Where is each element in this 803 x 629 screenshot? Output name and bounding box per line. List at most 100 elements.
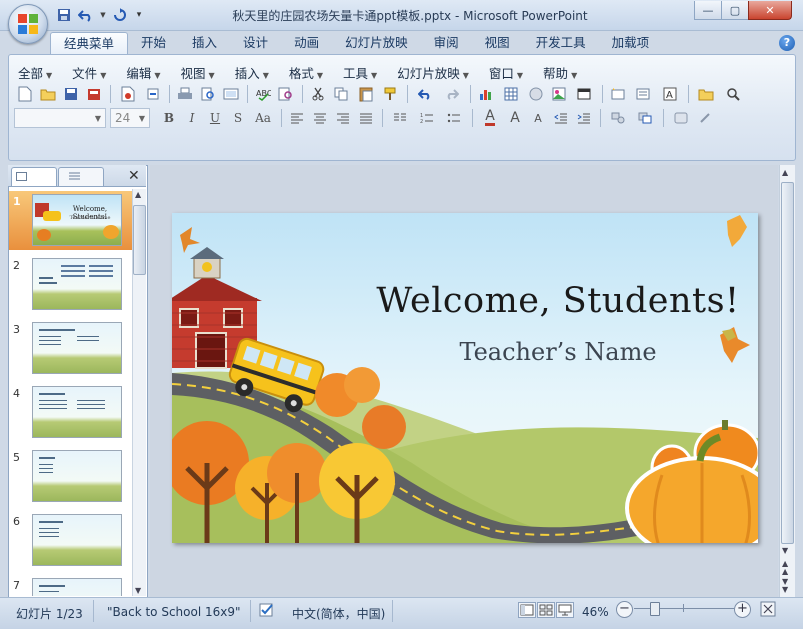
font-color-button[interactable]: A <box>477 108 503 128</box>
help-icon[interactable]: ? <box>779 35 795 51</box>
tab-slideshow[interactable]: 幻灯片放映 <box>332 32 421 54</box>
align-right-icon[interactable] <box>332 108 354 128</box>
insert-picture-icon[interactable] <box>548 84 570 104</box>
normal-view-button[interactable] <box>518 602 536 618</box>
change-case-button[interactable]: Aa <box>250 108 276 128</box>
menu-slideshow[interactable]: 幻灯片放映 ▼ <box>389 63 477 82</box>
paste-icon[interactable] <box>353 84 379 104</box>
slide-title[interactable]: Welcome, Students! <box>172 281 758 321</box>
office-button[interactable] <box>8 4 48 44</box>
insert-chart-icon[interactable] <box>475 84 497 104</box>
slide-sorter-button[interactable] <box>537 602 555 618</box>
tab-insert[interactable]: 插入 <box>179 32 230 54</box>
menu-tools[interactable]: 工具 ▼ <box>335 63 385 82</box>
language-indicator[interactable]: 中文(简体，中国) <box>292 605 385 622</box>
bold-button[interactable]: B <box>158 108 180 128</box>
font-size-combo[interactable]: 24 ▼ <box>110 108 150 128</box>
current-slide[interactable]: Welcome, Students! Teacher’s Name <box>172 213 758 543</box>
attach-icon[interactable] <box>142 84 164 104</box>
tab-addins[interactable]: 加载项 <box>599 32 663 54</box>
menu-file[interactable]: 文件 ▼ <box>64 63 114 82</box>
minimize-button[interactable]: — <box>694 1 722 20</box>
scroll-down-icon[interactable]: ▼ <box>135 586 141 595</box>
zoom-level[interactable]: 46% <box>582 605 609 619</box>
menu-view[interactable]: 视图 ▼ <box>173 63 223 82</box>
slide-layout-icon[interactable] <box>630 84 656 104</box>
undo-icon[interactable] <box>412 84 438 104</box>
close-pane-icon[interactable]: ✕ <box>128 168 140 184</box>
tab-classic-menu[interactable]: 经典菜单 <box>50 32 129 56</box>
font-name-combo[interactable]: ▼ <box>14 108 106 128</box>
zoom-slider-handle[interactable] <box>650 602 660 616</box>
slide-thumbnail-4[interactable]: 4 <box>9 383 133 443</box>
print-preview-icon[interactable] <box>197 84 219 104</box>
customize-qat-icon[interactable]: ▾ <box>132 6 146 24</box>
tab-developer[interactable]: 开发工具 <box>523 32 599 54</box>
undo-dropdown-icon[interactable]: ▼ <box>98 6 108 24</box>
tab-slides[interactable] <box>11 167 57 186</box>
next-slide-icon[interactable]: ▼ ▼ <box>782 578 788 594</box>
normal-view-icon[interactable] <box>220 84 242 104</box>
maximize-button[interactable]: ▢ <box>721 1 749 20</box>
pdf-export-icon[interactable] <box>115 84 141 104</box>
align-left-icon[interactable] <box>286 108 308 128</box>
new-document-icon[interactable] <box>14 84 36 104</box>
tab-review[interactable]: 审阅 <box>421 32 472 54</box>
save-icon[interactable] <box>60 84 82 104</box>
scroll-up-icon[interactable]: ▲ <box>135 190 141 199</box>
zoom-out-icon[interactable]: − <box>616 601 633 618</box>
menu-help[interactable]: 帮助 ▼ <box>535 63 585 82</box>
menu-all[interactable]: 全部 ▼ <box>10 63 60 82</box>
italic-button[interactable]: I <box>181 108 203 128</box>
menu-window[interactable]: 窗口 ▼ <box>481 63 531 82</box>
tab-outline[interactable] <box>58 167 104 186</box>
cut-icon[interactable] <box>307 84 329 104</box>
save-icon[interactable] <box>54 6 74 24</box>
underline-button[interactable]: U <box>204 108 226 128</box>
print-icon[interactable] <box>174 84 196 104</box>
slide-thumbnail-6[interactable]: 6 <box>9 511 133 571</box>
research-icon[interactable] <box>275 84 297 104</box>
thumbnail-scroll-thumb[interactable] <box>133 205 146 275</box>
text-box-icon[interactable]: A <box>657 84 683 104</box>
fit-to-window-icon[interactable] <box>760 601 776 620</box>
permission-icon[interactable] <box>83 84 105 104</box>
layout-icon[interactable] <box>571 84 597 104</box>
slide-thumbnail-5[interactable]: 5 <box>9 447 133 507</box>
zoom-slider-track[interactable] <box>634 608 734 609</box>
open-folder-icon[interactable] <box>37 84 59 104</box>
vertical-scroll-thumb[interactable] <box>781 182 794 544</box>
open-folder-icon[interactable] <box>693 84 719 104</box>
close-button[interactable]: ✕ <box>748 1 792 20</box>
slide-thumbnail-7[interactable]: 7 <box>9 575 133 596</box>
decrease-indent-icon[interactable] <box>550 108 572 128</box>
arrange-icon[interactable] <box>632 108 658 128</box>
tab-home[interactable]: 开始 <box>128 32 179 54</box>
redo-icon[interactable] <box>439 84 465 104</box>
slide-subtitle[interactable]: Teacher’s Name <box>172 338 758 366</box>
bullets-icon[interactable] <box>441 108 467 128</box>
slide-thumbnail-3[interactable]: 3 <box>9 319 133 379</box>
new-slide-icon[interactable] <box>607 84 629 104</box>
spelling-icon[interactable]: ABC <box>252 84 274 104</box>
menu-edit[interactable]: 编辑 ▼ <box>118 63 168 82</box>
justify-icon[interactable] <box>355 108 377 128</box>
shapes-icon[interactable] <box>605 108 631 128</box>
numbering-icon[interactable]: 12 <box>414 108 440 128</box>
format-painter-icon[interactable] <box>380 84 402 104</box>
tab-view[interactable]: 视图 <box>472 32 523 54</box>
menu-format[interactable]: 格式 ▼ <box>281 63 331 82</box>
tab-animations[interactable]: 动画 <box>281 32 332 54</box>
clipart-icon[interactable] <box>525 84 547 104</box>
undo-icon[interactable] <box>76 6 96 24</box>
shadow-button[interactable]: S <box>227 108 249 128</box>
grow-font-icon[interactable]: A <box>504 108 526 128</box>
slideshow-button[interactable] <box>556 602 574 618</box>
shape-fill-icon[interactable] <box>668 108 694 128</box>
search-icon[interactable] <box>720 84 746 104</box>
tab-design[interactable]: 设计 <box>230 32 281 54</box>
slide-thumbnail-2[interactable]: 2 <box>9 255 133 315</box>
previous-slide-icon[interactable]: ▲ ▲ <box>782 560 788 576</box>
redo-icon[interactable] <box>110 6 130 24</box>
scroll-down-icon[interactable]: ▼ <box>782 546 788 555</box>
